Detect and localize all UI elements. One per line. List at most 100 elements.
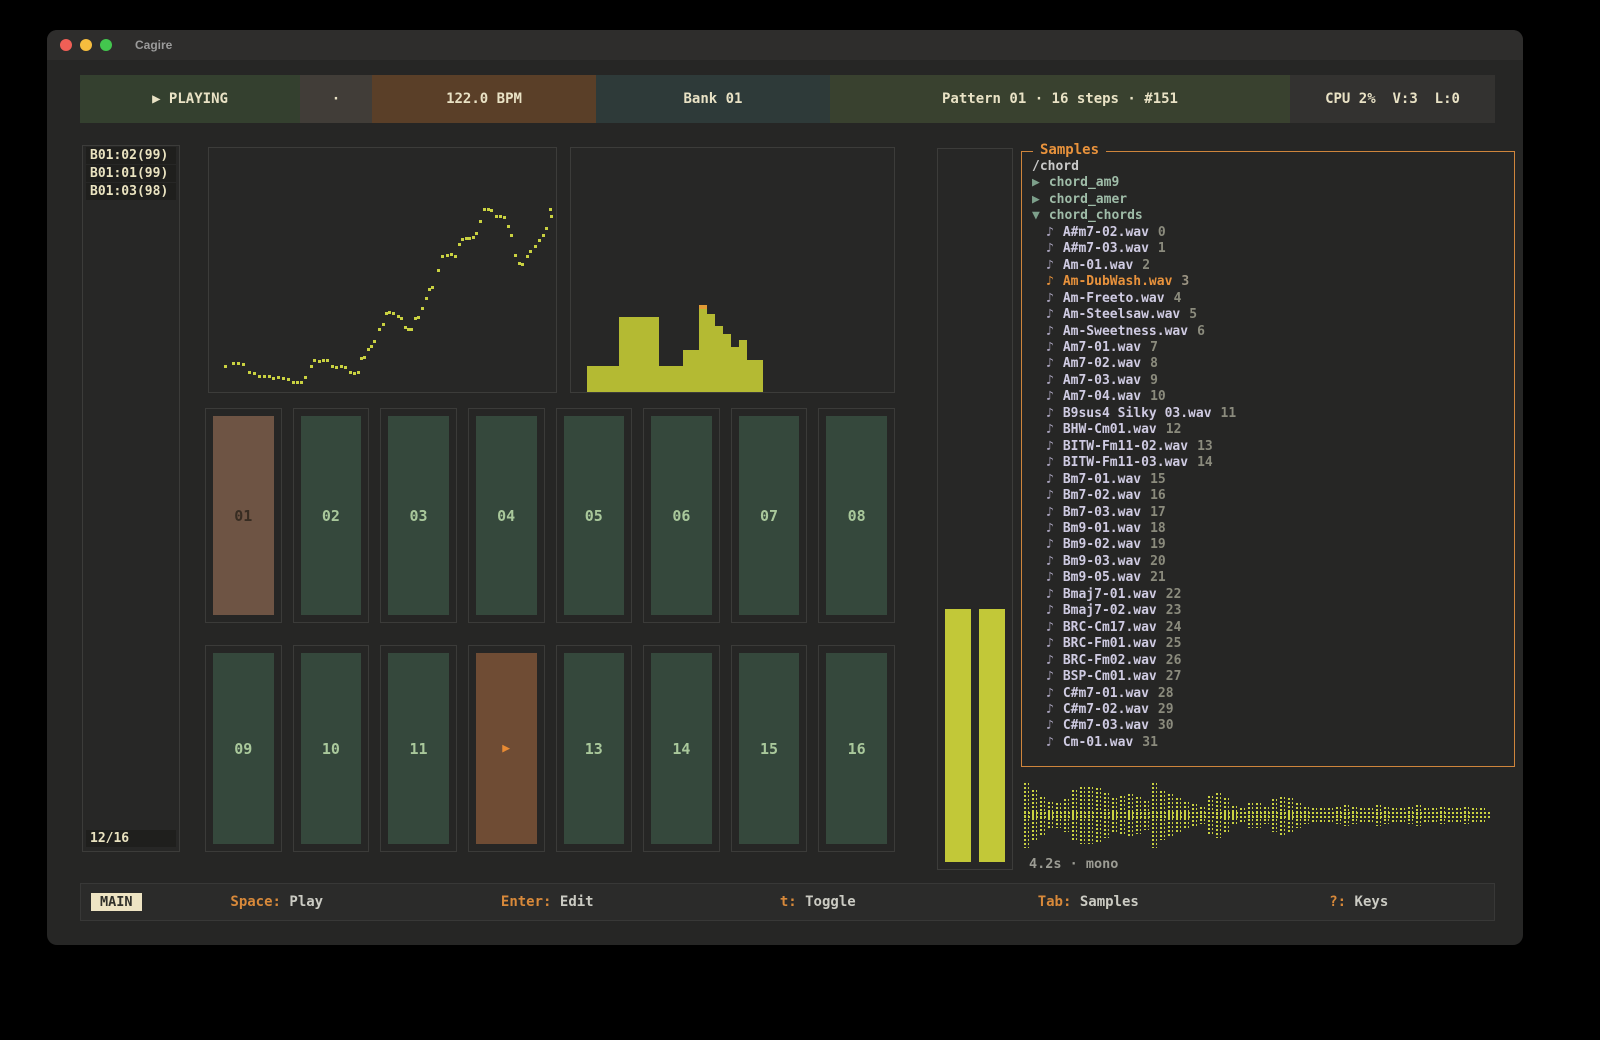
sample-file-row[interactable]: ♪C#m7-03.wav30	[1032, 718, 1504, 734]
scatter-point	[282, 377, 285, 380]
scatter-point	[468, 237, 471, 240]
status-system[interactable]: CPU 2% V:3 L:0	[1290, 75, 1495, 123]
sample-file-row[interactable]: ♪Am7-04.wav10	[1032, 389, 1504, 405]
sample-file-row[interactable]: ♪Bm7-02.wav16	[1032, 488, 1504, 504]
music-note-icon: ♪	[1046, 653, 1054, 668]
sample-file-row[interactable]: ♪Am-Steelsaw.wav5	[1032, 307, 1504, 323]
zoom-button[interactable]	[100, 39, 112, 51]
pad-15[interactable]: 15	[731, 645, 808, 852]
close-button[interactable]	[60, 39, 72, 51]
sample-file-row[interactable]: ♪Bm7-03.wav17	[1032, 505, 1504, 521]
sample-file-row[interactable]: ♪BRC-Cm17.wav24	[1032, 620, 1504, 636]
sample-file-row[interactable]: ♪BITW-Fm11-03.wav14	[1032, 455, 1504, 471]
pad-01[interactable]: 01	[205, 408, 282, 623]
waveform-column	[1447, 807, 1453, 822]
sample-file-row[interactable]: ♪C#m7-01.wav28	[1032, 686, 1504, 702]
status-pattern[interactable]: Pattern 01 · 16 steps · #151	[830, 75, 1290, 123]
scatter-point	[495, 215, 498, 218]
sample-file-name: Am-Freeto.wav	[1063, 291, 1165, 306]
sample-file-index: 23	[1166, 603, 1182, 618]
sample-file-index: 15	[1150, 472, 1166, 487]
scatter-point	[304, 376, 307, 379]
sample-file-index: 25	[1166, 636, 1182, 651]
pad-12[interactable]: ▶	[468, 645, 545, 852]
tree-folder-chord_amer[interactable]: ▶chord_amer	[1032, 192, 1504, 208]
sample-file-row[interactable]: ♪Bm9-05.wav21	[1032, 570, 1504, 586]
pad-16[interactable]: 16	[818, 645, 895, 852]
sample-file-row[interactable]: ♪BITW-Fm11-02.wav13	[1032, 439, 1504, 455]
sample-file-name: BITW-Fm11-03.wav	[1063, 455, 1188, 470]
waveform-column	[1191, 803, 1197, 827]
music-note-icon: ♪	[1046, 422, 1054, 437]
minimize-button[interactable]	[80, 39, 92, 51]
tree-folder-chord_am9[interactable]: ▶chord_am9	[1032, 175, 1504, 191]
pad-14[interactable]: 14	[643, 645, 720, 852]
sample-file-row[interactable]: ♪BRC-Fm02.wav26	[1032, 653, 1504, 669]
pad-08[interactable]: 08	[818, 408, 895, 623]
music-note-icon: ♪	[1046, 389, 1054, 404]
waveform-column	[1103, 792, 1109, 837]
waveform-column	[1399, 807, 1405, 822]
pad-label: 07	[739, 416, 800, 615]
sample-file-row[interactable]: ♪C#m7-02.wav29	[1032, 702, 1504, 718]
pad-label: 11	[388, 653, 449, 844]
music-note-icon: ♪	[1046, 718, 1054, 733]
sample-file-row[interactable]: ♪Bmaj7-01.wav22	[1032, 587, 1504, 603]
pad-11[interactable]: 11	[380, 645, 457, 852]
tree-folder-chord_chords[interactable]: ▼chord_chords	[1032, 208, 1504, 224]
scatter-point	[425, 297, 428, 300]
waveform-column	[1335, 806, 1341, 823]
sample-file-index: 24	[1166, 620, 1182, 635]
sample-file-name: Bm7-03.wav	[1063, 505, 1141, 520]
status-bank[interactable]: Bank 01	[596, 75, 830, 123]
sample-file-row[interactable]: ♪BSP-Cm01.wav27	[1032, 669, 1504, 685]
sample-file-index: 21	[1150, 570, 1166, 585]
pad-05[interactable]: 05	[556, 408, 633, 623]
sample-file-row[interactable]: ♪Bmaj7-02.wav23	[1032, 603, 1504, 619]
melody-scatter-plot	[208, 147, 557, 393]
pad-09[interactable]: 09	[205, 645, 282, 852]
pad-02[interactable]: 02	[293, 408, 370, 623]
sample-file-row[interactable]: ♪B9sus4 Silky 03.wav11	[1032, 406, 1504, 422]
sample-file-row[interactable]: ♪Cm-01.wav31	[1032, 735, 1504, 751]
pad-07[interactable]: 07	[731, 408, 808, 623]
pad-06[interactable]: 06	[643, 408, 720, 623]
scatter-point	[487, 208, 490, 211]
sample-file-row[interactable]: ♪Bm7-01.wav15	[1032, 472, 1504, 488]
histogram-bar	[723, 334, 731, 392]
sample-file-name: Am-DubWash.wav	[1063, 274, 1173, 289]
status-bpm[interactable]: 122.0 BPM	[372, 75, 596, 123]
pad-label: 10	[301, 653, 362, 844]
sample-file-row[interactable]: ♪A#m7-03.wav1	[1032, 241, 1504, 257]
sample-file-row[interactable]: ♪Am7-01.wav7	[1032, 340, 1504, 356]
pad-03[interactable]: 03	[380, 408, 457, 623]
histogram-bar	[643, 317, 651, 392]
scatter-point	[296, 381, 299, 384]
sample-file-row[interactable]: ♪Am-Sweetness.wav6	[1032, 324, 1504, 340]
sample-file-row[interactable]: ♪BHW-Cm01.wav12	[1032, 422, 1504, 438]
pad-10[interactable]: 10	[293, 645, 370, 852]
sample-file-row[interactable]: ♪Bm9-01.wav18	[1032, 521, 1504, 537]
waveform-column	[1111, 797, 1117, 833]
sample-file-index: 17	[1150, 505, 1166, 520]
sample-file-row[interactable]: ♪Am-Freeto.wav4	[1032, 291, 1504, 307]
status-transport[interactable]: ▶ PLAYING	[80, 75, 300, 123]
sample-file-row[interactable]: ♪Am7-03.wav9	[1032, 373, 1504, 389]
status-metronome[interactable]: ·	[300, 75, 372, 123]
sample-file-row[interactable]: ♪Am7-02.wav8	[1032, 356, 1504, 372]
scatter-point	[263, 375, 266, 378]
scatter-point	[242, 363, 245, 366]
sample-file-row[interactable]: ♪Bm9-02.wav19	[1032, 537, 1504, 553]
folder-name: chord_chords	[1049, 208, 1143, 223]
sample-file-row[interactable]: ♪Am-DubWash.wav3	[1032, 274, 1504, 290]
pad-13[interactable]: 13	[556, 645, 633, 852]
sample-file-row[interactable]: ♪Am-01.wav2	[1032, 258, 1504, 274]
sample-file-row[interactable]: ♪Bm9-03.wav20	[1032, 554, 1504, 570]
sample-file-row[interactable]: ♪A#m7-02.wav0	[1032, 225, 1504, 241]
pad-04[interactable]: 04	[468, 408, 545, 623]
scatter-point	[400, 317, 403, 320]
music-note-icon: ♪	[1046, 373, 1054, 388]
waveform-column	[1039, 796, 1045, 835]
sample-file-row[interactable]: ♪BRC-Fm01.wav25	[1032, 636, 1504, 652]
waveform-column	[1231, 805, 1237, 824]
